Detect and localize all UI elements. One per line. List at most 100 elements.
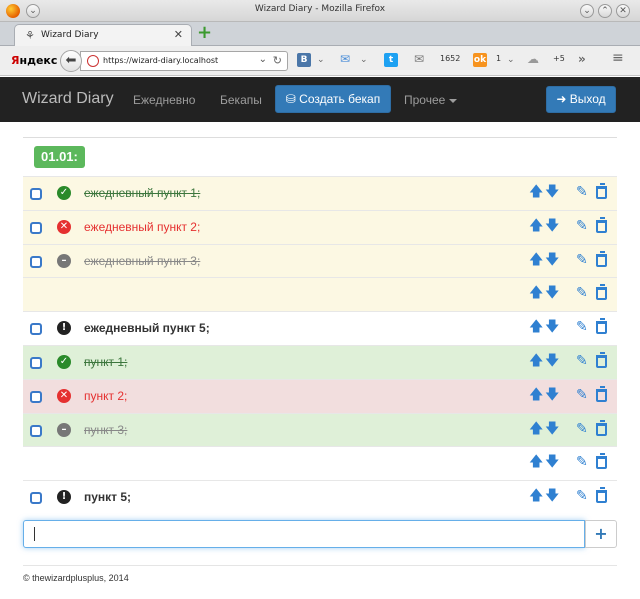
weather-temp: +5 — [553, 54, 565, 63]
delete-icon[interactable] — [596, 487, 607, 504]
move-down-icon[interactable]: 🡇 — [545, 252, 559, 268]
browser-tab[interactable]: ⚘ Wizard Diary ✕ — [14, 24, 192, 46]
delete-icon[interactable] — [596, 352, 607, 368]
url-bar[interactable]: https://wizard-diary.localhost ⌄ ↻ — [80, 51, 288, 71]
edit-icon[interactable]: ✎ — [576, 454, 588, 470]
weather-cloud-icon[interactable]: ☁ — [527, 52, 539, 66]
yandex-logo[interactable]: Яндекс — [11, 54, 57, 67]
delete-icon[interactable] — [596, 284, 607, 301]
move-up-icon[interactable]: 🡅 — [529, 387, 543, 403]
mail-icon[interactable]: ✉ — [340, 52, 350, 66]
item-checkbox[interactable] — [30, 255, 42, 268]
move-down-icon[interactable]: 🡇 — [545, 285, 559, 301]
brand[interactable]: Wizard Diary — [22, 90, 114, 108]
move-down-icon[interactable]: 🡇 — [545, 421, 559, 437]
add-item-button[interactable]: + — [585, 520, 617, 548]
delete-icon[interactable] — [596, 216, 607, 233]
item-checkbox[interactable] — [30, 357, 42, 369]
text-cursor — [34, 527, 35, 541]
maximize-icon[interactable]: ⌃ — [598, 4, 612, 18]
list-item: ✕ пункт 2; 🡅 🡇 ✎ — [23, 378, 617, 413]
new-tab-icon[interactable]: + — [197, 24, 212, 42]
delete-icon[interactable] — [596, 183, 607, 199]
date-label: 01.01: — [34, 146, 85, 168]
move-down-icon[interactable]: 🡇 — [545, 454, 559, 470]
ok-dropdown-icon[interactable]: ⌄ — [507, 55, 515, 65]
item-checkbox[interactable] — [30, 188, 42, 200]
mail-dropdown-icon[interactable]: ⌄ — [360, 55, 368, 65]
move-down-icon[interactable]: 🡇 — [545, 353, 559, 369]
vk-icon[interactable]: B — [297, 53, 311, 67]
edit-icon[interactable]: ✎ — [576, 285, 588, 301]
browser-toolbar: Яндекс https://wizard-diary.localhost ⌄ … — [0, 46, 640, 76]
minimize-icon[interactable]: ⌄ — [580, 4, 594, 18]
edit-icon[interactable]: ✎ — [576, 218, 588, 234]
move-up-icon[interactable]: 🡅 — [529, 252, 543, 268]
delete-icon[interactable] — [596, 318, 607, 335]
odnoklassniki-icon[interactable]: ok — [473, 53, 487, 67]
tab-title: Wizard Diary — [41, 30, 99, 40]
move-down-icon[interactable]: 🡇 — [545, 319, 559, 335]
delete-icon[interactable] — [596, 419, 607, 436]
create-backup-button[interactable]: ⛁ Создать бекап — [275, 85, 391, 113]
item-text: ежедневный пункт 5; — [84, 321, 210, 336]
move-up-icon[interactable]: 🡅 — [529, 319, 543, 335]
move-up-icon[interactable]: 🡅 — [529, 454, 543, 470]
edit-icon[interactable]: ✎ — [576, 488, 588, 504]
overflow-chevron-icon[interactable]: » — [578, 52, 586, 66]
app-navbar: Wizard Diary Ежедневно Бекапы ⛁ Создать … — [0, 77, 640, 122]
delete-icon[interactable] — [596, 453, 607, 470]
move-down-icon[interactable]: 🡇 — [545, 387, 559, 403]
more-dropdown[interactable]: Прочее — [404, 93, 458, 107]
item-checkbox[interactable] — [30, 424, 42, 437]
move-up-icon[interactable]: 🡅 — [529, 421, 543, 437]
site-identity-icon[interactable] — [87, 55, 99, 67]
footer-text: © thewizardplusplus, 2014 — [23, 573, 129, 583]
move-down-icon[interactable]: 🡇 — [545, 184, 559, 200]
logout-icon: ➜ — [556, 92, 567, 106]
move-up-icon[interactable]: 🡅 — [529, 218, 543, 234]
nav-backups[interactable]: Бекапы — [220, 93, 262, 107]
edit-icon[interactable]: ✎ — [576, 319, 588, 335]
new-item-input[interactable] — [23, 520, 585, 548]
move-up-icon[interactable]: 🡅 — [529, 285, 543, 301]
delete-icon[interactable] — [596, 250, 607, 267]
remove-sign-icon: ✕ — [57, 388, 71, 403]
list-item: 🡅 🡇 ✎ — [23, 277, 617, 312]
reload-icon[interactable]: ↻ — [273, 54, 282, 67]
move-up-icon[interactable]: 🡅 — [529, 488, 543, 504]
logout-button[interactable]: ➜ Выход — [546, 86, 616, 113]
move-up-icon[interactable]: 🡅 — [529, 184, 543, 200]
item-text: ежедневный пункт 1; — [84, 186, 201, 200]
item-checkbox[interactable] — [30, 323, 42, 336]
vk-dropdown-icon[interactable]: ⌄ — [317, 55, 325, 65]
url-dropdown-icon[interactable]: ⌄ — [259, 54, 267, 65]
close-window-icon[interactable]: ✕ — [616, 4, 630, 18]
twitter-icon[interactable]: t — [384, 53, 398, 67]
move-down-icon[interactable]: 🡇 — [545, 488, 559, 504]
edit-icon[interactable]: ✎ — [576, 387, 588, 403]
hamburger-menu-icon[interactable]: ≡ — [612, 50, 624, 66]
remove-sign-icon: ✕ — [57, 219, 71, 234]
tab-close-icon[interactable]: ✕ — [174, 28, 183, 41]
move-up-icon[interactable]: 🡅 — [529, 353, 543, 369]
mail-count: 1652 — [440, 54, 461, 63]
item-text: пункт 2; — [84, 388, 128, 403]
url-text[interactable]: https://wizard-diary.localhost — [103, 56, 218, 65]
edit-icon[interactable]: ✎ — [576, 252, 588, 268]
exclamation-sign-icon: ! — [57, 490, 71, 505]
edit-icon[interactable]: ✎ — [576, 421, 588, 437]
item-checkbox[interactable] — [30, 221, 42, 234]
mail-counter-icon[interactable]: ✉ — [414, 52, 424, 66]
create-backup-label: Создать бекап — [299, 92, 381, 106]
delete-icon[interactable] — [596, 385, 607, 402]
item-checkbox[interactable] — [30, 492, 42, 505]
edit-icon[interactable]: ✎ — [576, 353, 588, 369]
wizard-favicon-icon: ⚘ — [25, 29, 35, 42]
back-button[interactable]: ⬅ — [60, 50, 82, 72]
item-checkbox[interactable] — [30, 390, 42, 403]
move-down-icon[interactable]: 🡇 — [545, 218, 559, 234]
nav-daily[interactable]: Ежедневно — [133, 93, 195, 107]
edit-icon[interactable]: ✎ — [576, 184, 588, 200]
item-text: пункт 3; — [84, 422, 128, 437]
